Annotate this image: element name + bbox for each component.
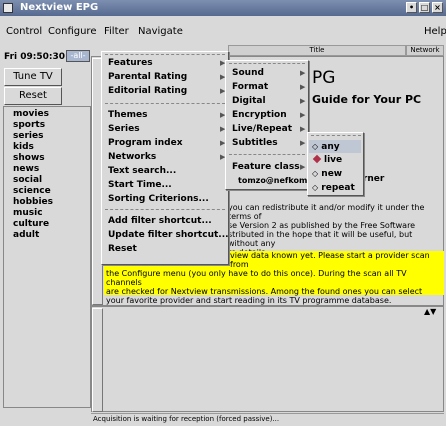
guide-fragment: Guide for Your PC	[312, 93, 422, 106]
menu-item-text-search[interactable]: Text search...	[108, 166, 176, 176]
headline-fragment: PG	[312, 68, 336, 88]
status-bar: Acquisition is waiting for reception (fo…	[91, 413, 444, 425]
menu-item-reset[interactable]: Reset	[108, 244, 137, 254]
warning-line: your favorite provider and start reading…	[106, 296, 392, 305]
menu-item-program-index[interactable]: Program index	[108, 138, 183, 148]
submenu-arrow-icon: ▶	[300, 163, 306, 171]
theme-item[interactable]: hobbies	[13, 197, 90, 208]
theme-item[interactable]: adult	[13, 230, 90, 241]
submenu-arrow-icon: ▶	[300, 69, 306, 77]
close-button[interactable]: ×	[432, 2, 443, 13]
tearoff-line[interactable]	[311, 135, 361, 136]
all-networks-button[interactable]: -all-	[66, 50, 90, 62]
theme-item[interactable]: kids	[13, 142, 90, 153]
license-line: you can redistribute it and/or modify it…	[228, 203, 425, 221]
menu-item-feature-class[interactable]: Feature class	[232, 162, 300, 172]
menu-control[interactable]: Control	[6, 26, 42, 37]
menu-item-parental-rating[interactable]: Parental Rating	[108, 72, 187, 82]
theme-item[interactable]: movies	[13, 109, 90, 120]
menu-separator	[105, 103, 225, 104]
submenu-arrow-icon: ▶	[300, 97, 306, 105]
menu-item-update-filter-shortcut[interactable]: Update filter shortcut...	[108, 230, 229, 240]
menu-separator	[105, 209, 225, 210]
radio-live[interactable]: live	[312, 154, 342, 165]
menu-item-subtitles[interactable]: Subtitles	[232, 138, 278, 148]
license-text: you can redistribute it and/or modify it…	[228, 203, 443, 257]
menu-separator	[229, 154, 305, 155]
warning-line: are checked for Nextview transmissions. …	[106, 287, 423, 296]
maximize-button[interactable]: □	[419, 2, 430, 13]
theme-item[interactable]: music	[13, 208, 90, 219]
radio-off-icon: ◇	[312, 142, 319, 151]
tune-tv-button[interactable]: Tune TV	[4, 68, 62, 86]
menu-item-sorting-criterions[interactable]: Sorting Criterions...	[108, 194, 209, 204]
submenu-arrow-icon: ▶	[300, 139, 306, 147]
menu-navigate[interactable]: Navigate	[138, 26, 183, 37]
menu-item-encryption[interactable]: Encryption	[232, 110, 287, 120]
submenu-arrow-icon: ▶	[300, 111, 306, 119]
menu-item-add-filter-shortcut[interactable]: Add filter shortcut...	[108, 216, 212, 226]
app-icon[interactable]	[3, 3, 13, 13]
features-submenu: Sound ▶ Format ▶ Digital ▶ Encryption ▶ …	[225, 60, 316, 190]
column-network-header[interactable]: Network	[406, 45, 444, 56]
radio-off-icon: ◇	[312, 169, 319, 178]
filter-menu: Features ▶ Parental Rating ▶ Editorial R…	[101, 51, 229, 265]
menu-item-series[interactable]: Series	[108, 124, 140, 134]
menu-help[interactable]: Help	[424, 26, 446, 37]
menu-item-live-repeat[interactable]: Live/Repeat	[232, 124, 292, 134]
radio-any[interactable]: ◇ any	[312, 142, 340, 152]
theme-item[interactable]: social	[13, 175, 90, 186]
theme-item[interactable]: science	[13, 186, 90, 197]
radio-off-icon: ◇	[312, 183, 319, 192]
scroll-arrows-icon[interactable]: ▲▼	[424, 307, 436, 316]
column-title-header[interactable]: Title	[228, 45, 406, 56]
feature-class-email: tomzo@nefkom.n	[238, 176, 317, 185]
tearoff-line[interactable]	[229, 63, 305, 64]
submenu-arrow-icon: ▶	[300, 83, 306, 91]
warning-line: the Configure menu (you only have to do …	[106, 269, 407, 287]
radio-repeat[interactable]: ◇ repeat	[312, 183, 355, 193]
submenu-arrow-icon: ▶	[300, 125, 306, 133]
title-bar: Nextview EPG • □ ×	[0, 0, 446, 16]
menu-item-start-time[interactable]: Start Time...	[108, 180, 172, 190]
date-time-label: Fri 09:50:30	[4, 52, 66, 62]
theme-item[interactable]: series	[13, 131, 90, 142]
license-line: stributed in the hope that it will be us…	[228, 230, 413, 248]
scrollbar-lower[interactable]	[92, 308, 103, 412]
reset-button[interactable]: Reset	[4, 87, 62, 105]
live-repeat-submenu: ◇ any live ◇ new ◇ repeat	[307, 132, 364, 196]
minimize-button[interactable]: •	[406, 2, 417, 13]
license-line: se Version 2 as published by the Free So…	[228, 221, 416, 230]
menu-filter[interactable]: Filter	[104, 26, 129, 37]
theme-item[interactable]: culture	[13, 219, 90, 230]
description-pane	[91, 306, 444, 412]
window-title: Nextview EPG	[20, 2, 99, 13]
menu-configure[interactable]: Configure	[48, 26, 96, 37]
menu-item-networks[interactable]: Networks	[108, 152, 156, 162]
theme-item[interactable]: news	[13, 164, 90, 175]
menu-item-sound[interactable]: Sound	[232, 68, 264, 78]
menu-item-themes[interactable]: Themes	[108, 110, 148, 120]
menu-item-format[interactable]: Format	[232, 82, 268, 92]
themes-list: movies sports series kids shows news soc…	[3, 106, 91, 408]
radio-new[interactable]: ◇ new	[312, 169, 342, 179]
menu-item-editorial-rating[interactable]: Editorial Rating	[108, 86, 187, 96]
theme-item[interactable]: shows	[13, 153, 90, 164]
menu-item-digital[interactable]: Digital	[232, 96, 266, 106]
theme-item[interactable]: sports	[13, 120, 90, 131]
radio-on-icon	[312, 154, 322, 164]
menu-item-features[interactable]: Features	[108, 58, 153, 68]
tearoff-line[interactable]	[105, 54, 225, 55]
